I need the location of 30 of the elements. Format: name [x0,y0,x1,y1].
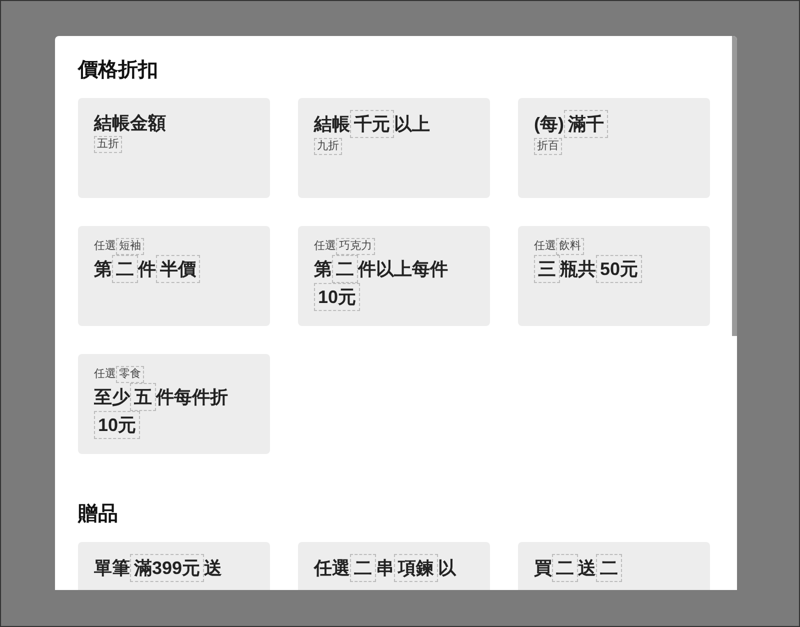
card-title: 任選 二 串 項鍊 以 [314,554,474,582]
card-title: (每) 滿千 [534,110,694,138]
card-title: 三 瓶共 50元 [534,255,694,283]
section-title: 價格折扣 [78,58,159,83]
card-label: 任選 短袖 [94,238,254,255]
section-title: 贈品 [78,502,119,527]
card-label: 九折 [314,138,474,155]
card-label: 任選 巧克力 [314,238,474,255]
option-card[interactable]: 任選 巧克力 第 二 件以上每件 10元 [298,226,490,326]
card-label: 折百 [534,138,694,155]
option-card[interactable]: 任選 零食 至少 五 件每件折 10元 [78,354,270,454]
option-card[interactable]: 任選 飲料 三 瓶共 50元 [518,226,710,326]
card-label: 任選 飲料 [534,238,694,255]
option-card[interactable]: 結帳 千元 以上 九折 [298,98,490,198]
card-title: 結帳 千元 以上 [314,110,474,138]
option-card[interactable]: (每) 滿千 折百 [518,98,710,198]
card-label: 五折 [94,136,254,153]
option-card[interactable]: 任選 二 串 項鍊 以 [298,542,490,590]
card-title: 第 二 件 半價 [94,255,254,283]
option-card[interactable]: 單筆 滿399元 送 [78,542,270,590]
option-card[interactable]: 買 二 送 二 [518,542,710,590]
card-title: 單筆 滿399元 送 [94,554,254,582]
option-card[interactable]: 任選 短袖 第 二 件 半價 [78,226,270,326]
card-label: 任選 零食 [94,366,254,383]
card-title: 至少 五 件每件折 10元 [94,383,254,439]
card-title: 買 二 送 二 [534,554,694,582]
card-title: 第 二 件以上每件 10元 [314,255,474,311]
option-card[interactable]: 結帳金額 五折 [78,98,270,198]
scrollbar[interactable] [732,36,737,336]
card-title: 結帳金額 [94,112,167,135]
